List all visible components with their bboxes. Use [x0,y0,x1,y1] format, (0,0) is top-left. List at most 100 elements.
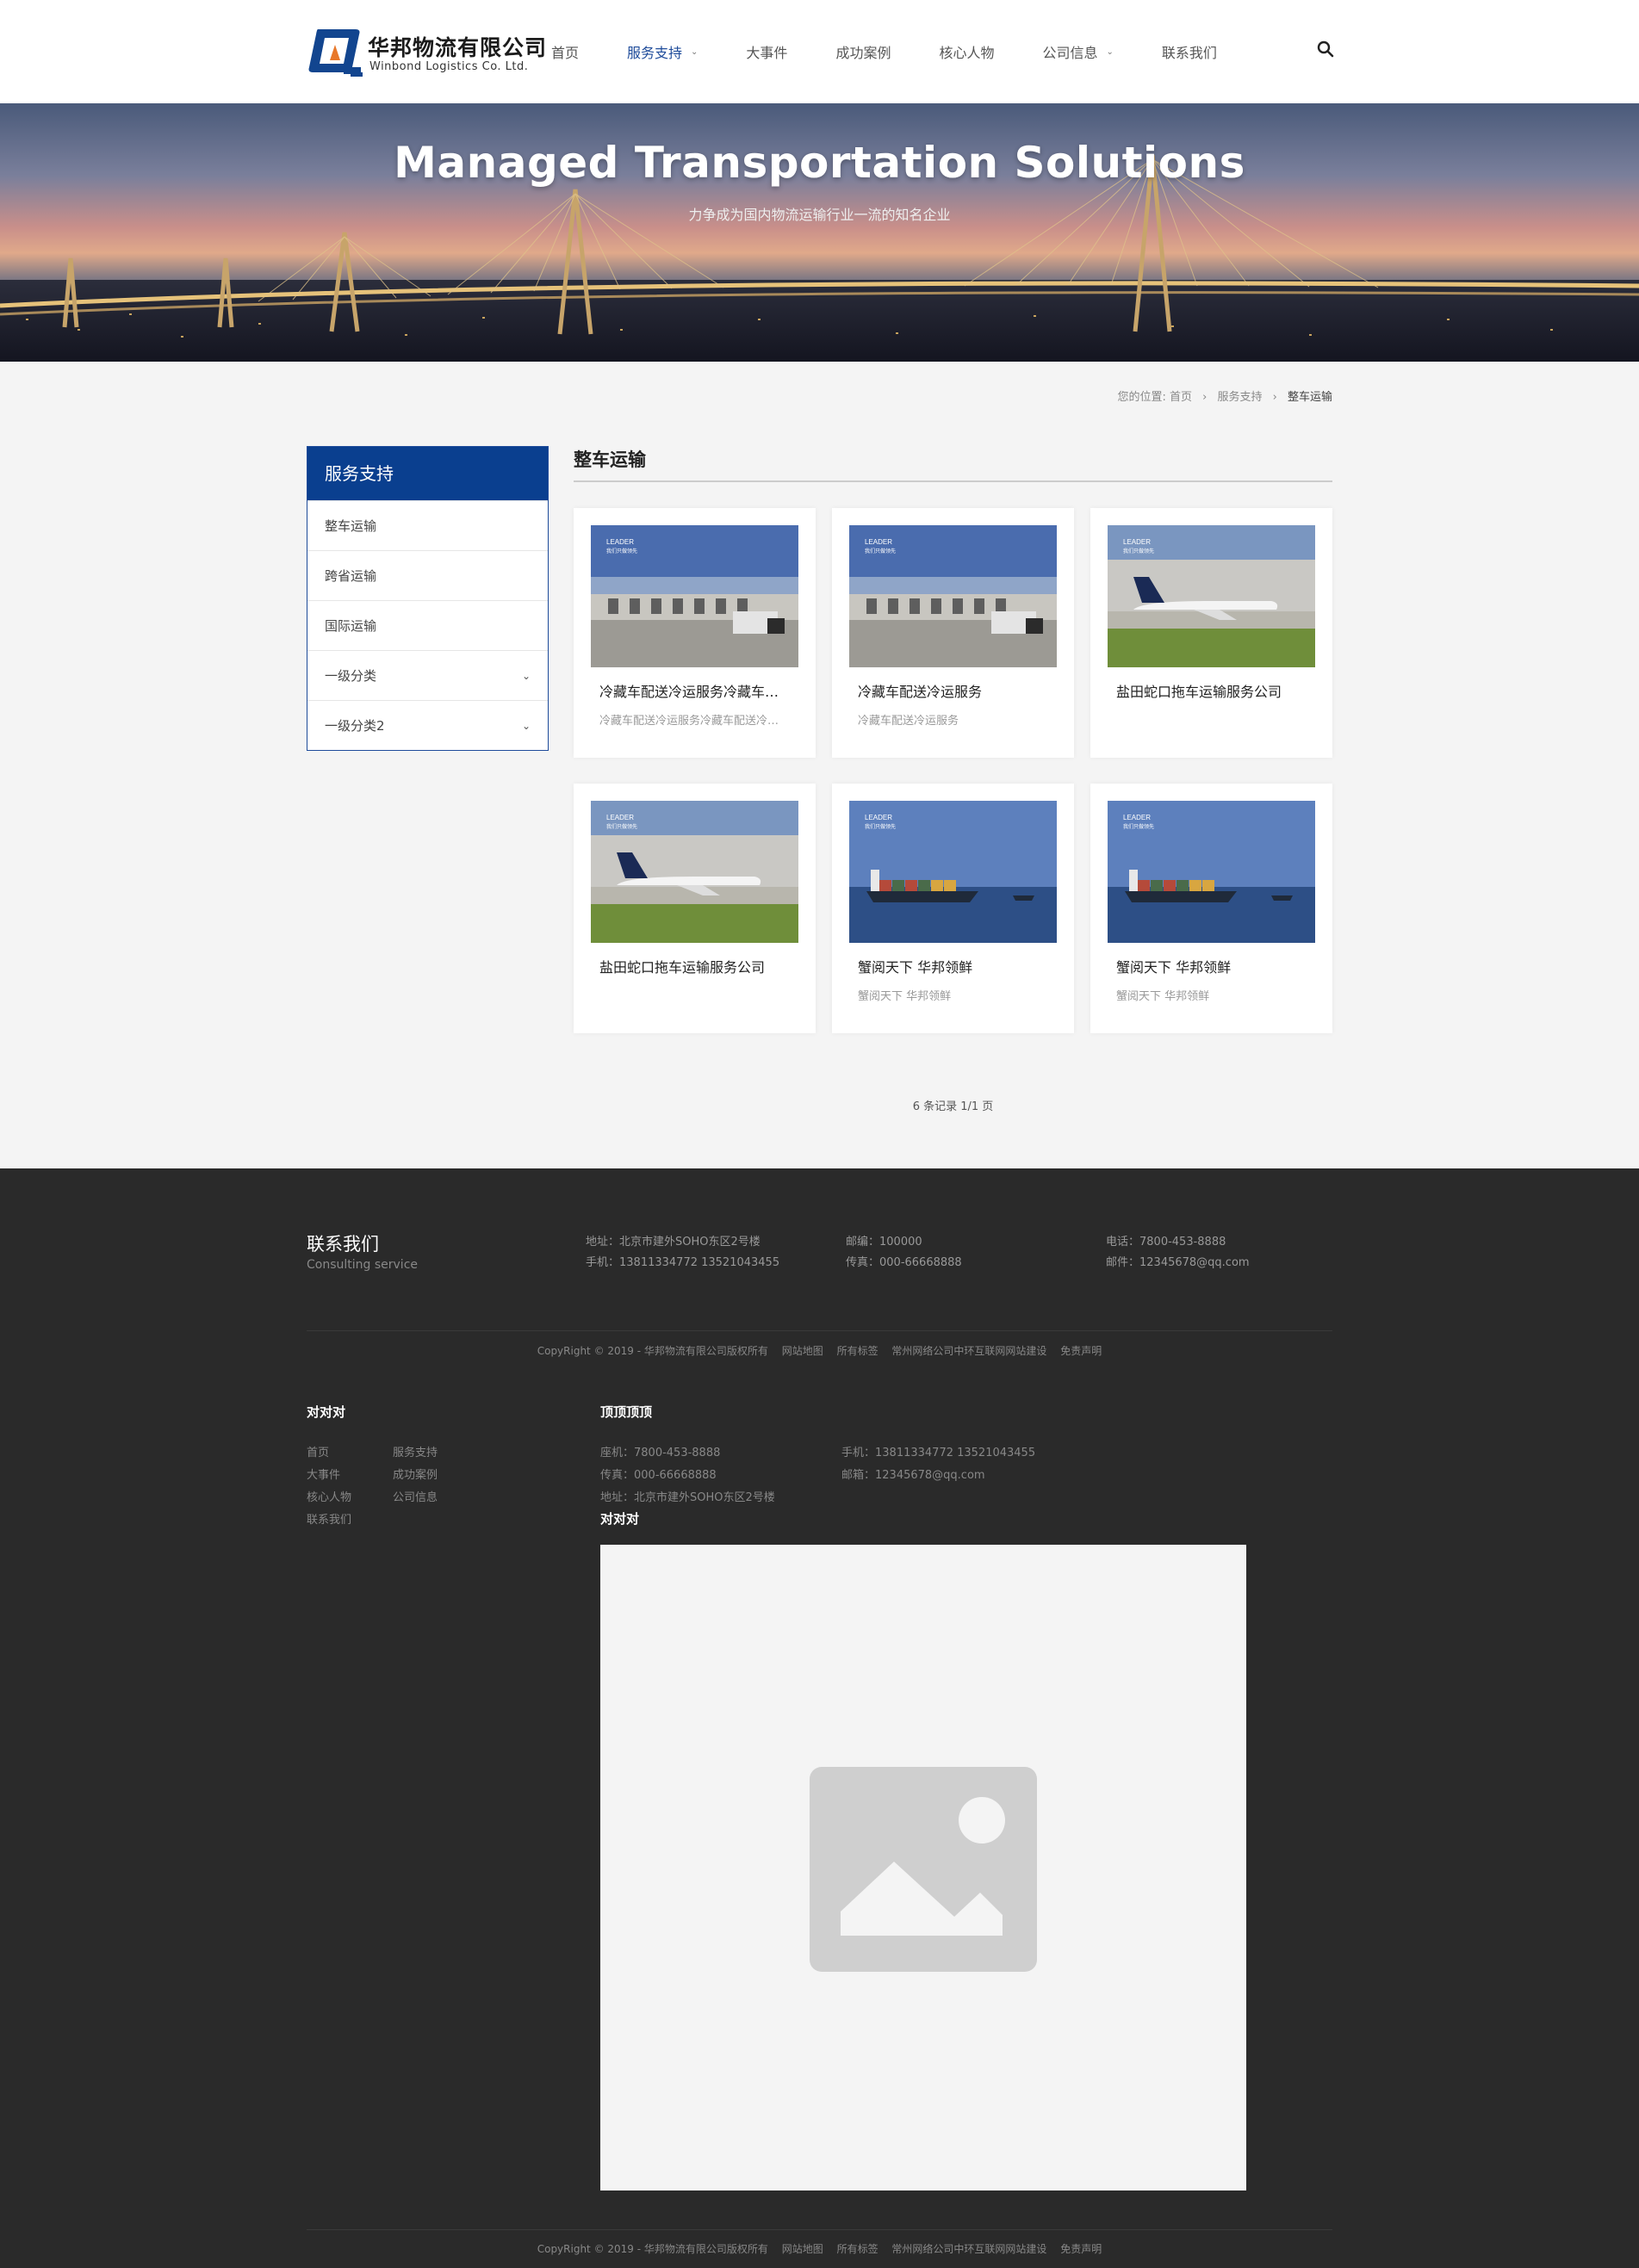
product-card[interactable]: LEADER 我们只做领先 盐田蛇口拖车运输服务公司 [1090,508,1332,758]
footer-col2-email: 邮箱：12345678@qq.com [841,1469,985,1482]
footer-col2-address: 地址：北京市建外SOHO东区2号楼 [600,1491,775,1504]
search-icon[interactable] [1316,40,1335,59]
card-image[interactable]: LEADER 我们只做领先 [849,801,1057,943]
breadcrumb-item-home[interactable]: 首页 [1170,391,1192,404]
footer-col2-fax: 传真：000-66668888 [600,1469,717,1482]
card-image[interactable]: LEADER 我们只做领先 [849,525,1057,667]
card-title[interactable]: 蟹阅天下 华邦领鲜 [1116,956,1307,976]
product-card[interactable]: LEADER 我们只做领先 蟹阅天下 华邦领鲜 蟹阅天下 华邦领鲜 [1090,784,1332,1033]
nav-item-service[interactable]: 服务支持 ⌄ [627,41,698,62]
footer-link-disclaimer[interactable]: 免责声明 [1060,1345,1102,1357]
card-image[interactable]: LEADER 我们只做领先 [591,525,798,667]
sidebar-item-interprovincial[interactable]: 跨省运输 [307,550,548,600]
card-image-sublabel: 我们只做领先 [1123,823,1154,830]
card-image-sublabel: 我们只做领先 [865,548,896,555]
footer-email: 邮件：12345678@qq.com [1106,1256,1250,1269]
footer-link-home[interactable]: 首页 [307,1443,329,1459]
sidebar-item-category-1[interactable]: 一级分类 ⌄ [307,650,548,700]
product-card[interactable]: LEADER 我们只做领先 蟹阅天下 华邦领鲜 蟹阅天下 华邦领鲜 [832,784,1074,1033]
card-image[interactable]: LEADER 我们只做领先 [1108,801,1315,943]
nav-label: 成功案例 [835,45,891,61]
card-image-label: LEADER [865,814,892,821]
footer-mobile: 手机：13811334772 13521043455 [586,1256,780,1269]
nav-item-home[interactable]: 首页 [551,41,579,62]
footer-col2-mobile: 手机：13811334772 13521043455 [841,1447,1036,1459]
sidebar-item-label: 跨省运输 [325,568,377,584]
sidebar-item-label: 国际运输 [325,618,377,634]
footer-copyright-bottom: CopyRight © 2019 - 华邦物流有限公司版权所有 网站地图 所有标… [0,2241,1639,2256]
footer-col2-title: 顶顶顶顶 [600,1404,653,1420]
nav-item-events[interactable]: 大事件 [746,41,787,62]
footer-contact-title: 联系我们 [307,1234,379,1255]
logo[interactable]: 华邦物流有限公司 Winbond Logistics Co. Ltd. [306,24,546,79]
footer-link-tags[interactable]: 所有标签 [837,2243,878,2255]
product-card[interactable]: LEADER 我们只做领先 冷藏车配送冷运服务 冷藏车配送冷运服务 [832,508,1074,758]
nav-item-cases[interactable]: 成功案例 [835,41,891,62]
footer-link-cases[interactable]: 成功案例 [393,1466,438,1482]
sidebar: 服务支持 整车运输 跨省运输 国际运输 一级分类 ⌄ 一级分类2 ⌄ [307,446,549,751]
footer-col1-title: 对对对 [307,1404,346,1420]
footer-link-contact[interactable]: 联系我们 [307,1510,351,1527]
truck-image: LEADER 我们只做领先 [849,525,1057,667]
sidebar-item-international[interactable]: 国际运输 [307,600,548,650]
footer-link-events[interactable]: 大事件 [307,1466,340,1482]
sidebar-title: 服务支持 [307,447,548,500]
footer-link-service[interactable]: 服务支持 [393,1443,438,1459]
footer-link-sitemap[interactable]: 网站地图 [782,1345,823,1357]
footer-link-builder[interactable]: 常州网络公司中环互联网网站建设 [891,1345,1046,1357]
pagination-info: 6 条记录 1/1 页 [912,1100,994,1113]
chevron-down-icon[interactable]: ⌄ [522,670,531,682]
nav-item-company[interactable]: 公司信息 ⌄ [1042,41,1113,62]
footer-link-sitemap[interactable]: 网站地图 [782,2243,823,2255]
product-card[interactable]: LEADER 我们只做领先 冷藏车配送冷运服务冷藏车配送冷运服务 冷藏车配送冷运… [574,508,816,758]
card-title[interactable]: 盐田蛇口拖车运输服务公司 [1116,680,1307,701]
breadcrumb: 您的位置: 首页 › 服务支持 › 整车运输 [1117,387,1332,404]
footer-divider [307,1330,1332,1331]
footer-copyright: CopyRight © 2019 - 华邦物流有限公司版权所有 网站地图 所有标… [0,1343,1639,1358]
footer-fax: 传真：000-66668888 [846,1256,962,1269]
card-title[interactable]: 盐田蛇口拖车运输服务公司 [599,956,790,976]
footer-phone: 电话：7800-453-8888 [1106,1236,1226,1249]
nav-label: 联系我们 [1161,45,1217,61]
copyright-text: CopyRight © 2019 - 华邦物流有限公司版权所有 [537,2243,768,2255]
image-placeholder [600,1545,1246,2191]
page-title: 整车运输 [574,449,646,470]
breadcrumb-item-current: 整车运输 [1287,391,1332,404]
card-title[interactable]: 冷藏车配送冷运服务冷藏车配送冷运服务 [599,680,790,701]
chevron-down-icon[interactable]: ⌄ [522,720,531,732]
card-title[interactable]: 蟹阅天下 华邦领鲜 [858,956,1048,976]
footer-link-tags[interactable]: 所有标签 [837,1345,878,1357]
card-image-label: LEADER [1123,538,1151,546]
product-card[interactable]: LEADER 我们只做领先 盐田蛇口拖车运输服务公司 [574,784,816,1033]
nav-label: 服务支持 [627,45,683,61]
breadcrumb-item-service[interactable]: 服务支持 [1217,391,1262,404]
site-footer: 联系我们 Consulting service 地址：北京市建外SOHO东区2号… [0,1168,1639,2268]
card-title[interactable]: 冷藏车配送冷运服务 [858,680,1048,701]
sidebar-item-label: 一级分类2 [325,718,385,734]
banner-title: Managed Transportation Solutions [394,138,1245,188]
title-divider [574,480,1332,482]
ship-image: LEADER 我们只做领先 [849,801,1057,943]
card-desc: 冷藏车配送冷运服务 [858,715,959,728]
sidebar-item-category-2[interactable]: 一级分类2 ⌄ [307,700,548,750]
nav-item-people[interactable]: 核心人物 [939,41,994,62]
plane-image: LEADER 我们只做领先 [591,801,798,943]
site-header: 华邦物流有限公司 Winbond Logistics Co. Ltd. 首页 服… [0,0,1639,103]
card-image[interactable]: LEADER 我们只做领先 [591,801,798,943]
footer-contact-subtitle: Consulting service [307,1258,419,1272]
card-image-label: LEADER [865,538,892,546]
footer-link-disclaimer[interactable]: 免责声明 [1060,2243,1102,2255]
card-image[interactable]: LEADER 我们只做领先 [1108,525,1315,667]
footer-link-builder[interactable]: 常州网络公司中环互联网网站建设 [891,2243,1046,2255]
card-desc: 蟹阅天下 华邦领鲜 [858,990,952,1003]
chevron-right-icon: › [1202,391,1208,404]
sidebar-item-whole-vehicle[interactable]: 整车运输 [307,500,548,550]
footer-link-people[interactable]: 核心人物 [307,1488,351,1504]
logo-text-cn: 华邦物流有限公司 [368,35,548,60]
nav-label: 首页 [551,45,580,61]
card-image-label: LEADER [606,538,634,546]
ship-image: LEADER 我们只做领先 [1108,801,1315,943]
hero-banner: Managed Transportation Solutions 力争成为国内物… [0,103,1639,362]
nav-item-contact[interactable]: 联系我们 [1162,41,1217,62]
footer-link-company[interactable]: 公司信息 [393,1488,438,1504]
